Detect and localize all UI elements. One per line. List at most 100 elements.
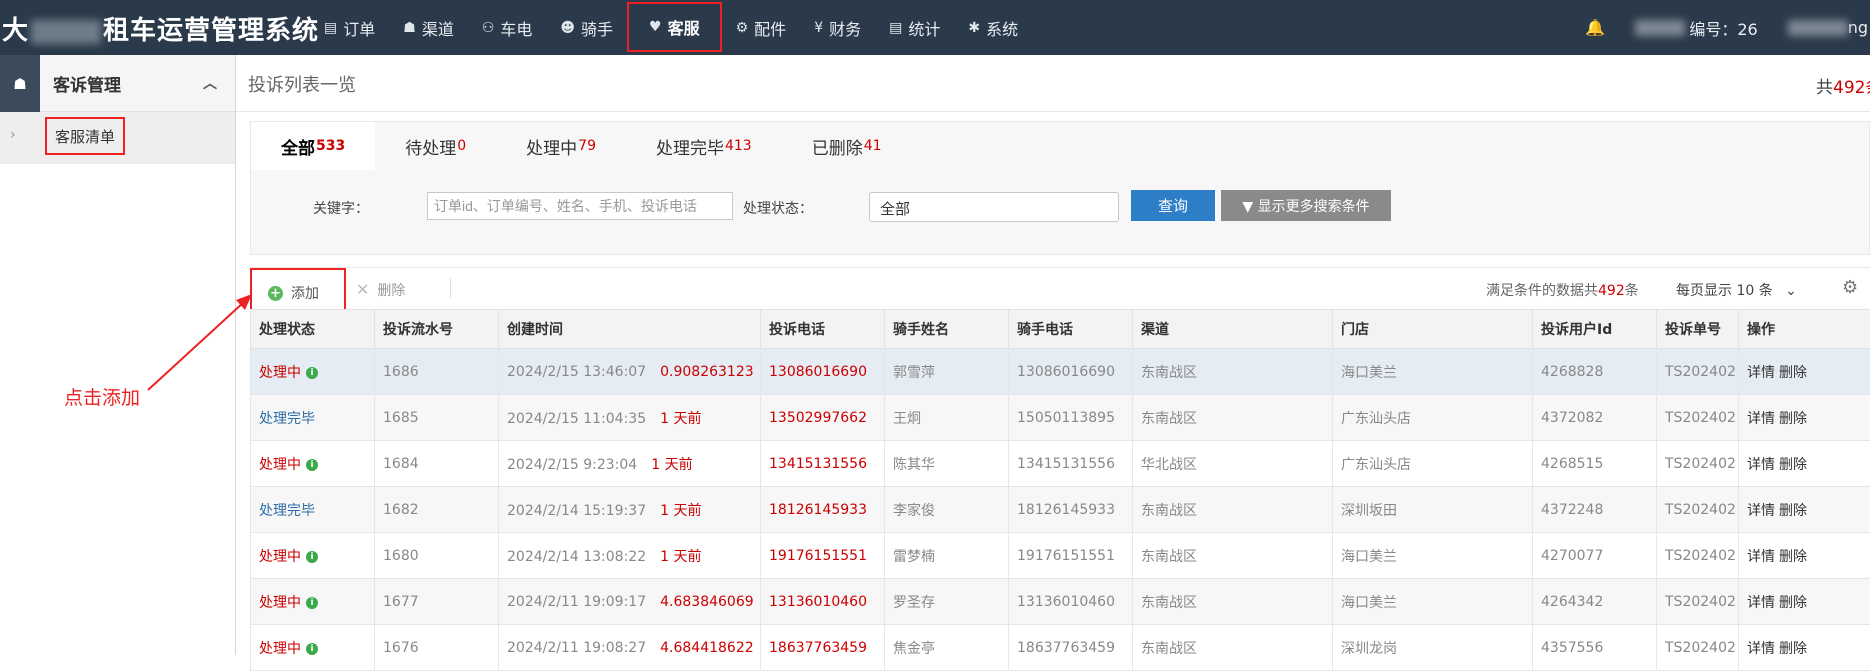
channel-cell: 东南战区 xyxy=(1133,349,1333,395)
nav-item-riders[interactable]: ☻骑手 xyxy=(546,0,627,55)
channel-cell: 东南战区 xyxy=(1133,487,1333,533)
tab-deleted[interactable]: 已删除41 xyxy=(782,122,912,170)
serial-cell: 1682 xyxy=(375,487,499,533)
bell-icon[interactable]: 🔔 xyxy=(1585,18,1605,37)
complaint-phone-cell: 13136010460 xyxy=(761,579,885,625)
rider-phone-cell: 19176151551 xyxy=(1009,533,1133,579)
more-filters-button[interactable]: ▼ 显示更多搜索条件 xyxy=(1221,190,1391,221)
nav-item-parts[interactable]: ⚙配件 xyxy=(722,0,801,55)
tab-pending[interactable]: 待处理0 xyxy=(375,122,496,170)
time-text: 2024/2/11 19:08:27 xyxy=(507,640,646,656)
table-row[interactable]: 处理完毕16822024/2/14 15:19:371 天前1812614593… xyxy=(251,487,1870,533)
detail-link[interactable]: 详情 xyxy=(1747,549,1775,565)
delete-button[interactable]: ✕删除 xyxy=(356,280,405,300)
nav-item-orders[interactable]: ▤订单 xyxy=(310,0,389,55)
account-name[interactable]: ng xyxy=(1848,18,1868,37)
column-header[interactable]: 投诉用户Id xyxy=(1533,310,1657,349)
column-header[interactable]: 创建时间 xyxy=(499,310,761,349)
delete-link[interactable]: 删除 xyxy=(1779,457,1807,473)
column-header[interactable]: 处理状态 xyxy=(251,310,375,349)
complaint-phone-cell: 13415131556 xyxy=(761,441,885,487)
info-icon[interactable]: i xyxy=(306,597,318,609)
serial-cell: 1677 xyxy=(375,579,499,625)
detail-link[interactable]: 详情 xyxy=(1747,457,1775,473)
ticket-cell: TS202402 xyxy=(1657,349,1739,395)
detail-link[interactable]: 详情 xyxy=(1747,365,1775,381)
status-text: 处理完毕 xyxy=(259,503,315,519)
store-cell: 深圳坂田 xyxy=(1333,487,1533,533)
tab-done[interactable]: 处理完毕413 xyxy=(626,122,782,170)
column-header[interactable]: 投诉单号 xyxy=(1657,310,1739,349)
sidebar-section-header[interactable]: 客诉管理 ︿ xyxy=(40,55,235,112)
detail-link[interactable]: 详情 xyxy=(1747,595,1775,611)
sidebar-section-icon: ☗ xyxy=(0,55,40,112)
delete-link[interactable]: 删除 xyxy=(1779,641,1807,657)
delete-link[interactable]: 删除 xyxy=(1779,365,1807,381)
nav-item-customer-service[interactable]: ♥客服 xyxy=(627,2,722,52)
tab-label: 待处理 xyxy=(405,134,456,159)
actions-cell: 详情删除 xyxy=(1739,533,1870,579)
delete-link[interactable]: 删除 xyxy=(1779,411,1807,427)
status-text: 处理中 xyxy=(259,549,301,565)
sidebar: ☗ 客诉管理 ︿ › 客服清单 xyxy=(0,55,236,655)
delete-link[interactable]: 删除 xyxy=(1779,503,1807,519)
nav-item-channels[interactable]: ☗渠道 xyxy=(389,0,468,55)
tab-label: 处理中 xyxy=(526,134,577,159)
detail-link[interactable]: 详情 xyxy=(1747,503,1775,519)
info-icon[interactable]: i xyxy=(306,459,318,471)
info-icon[interactable]: i xyxy=(306,367,318,379)
table-row[interactable]: 处理中i16772024/2/11 19:09:174.683846069131… xyxy=(251,579,1870,625)
info-icon[interactable]: i xyxy=(306,551,318,563)
page-size-select[interactable]: 每页显示 10 条 ⌄ xyxy=(1676,280,1797,300)
complaint-phone-cell: 19176151551 xyxy=(761,533,885,579)
detail-link[interactable]: 详情 xyxy=(1747,641,1775,657)
ticket-cell: TS202402 xyxy=(1657,487,1739,533)
column-header[interactable]: 骑手电话 xyxy=(1009,310,1133,349)
chevron-up-icon: ︿ xyxy=(203,73,217,93)
column-header[interactable]: 骑手姓名 xyxy=(885,310,1009,349)
table-row[interactable]: 处理中i16762024/2/11 19:08:274.684418622186… xyxy=(251,625,1870,671)
complaint-phone-cell: 13086016690 xyxy=(761,349,885,395)
sidebar-section-title: 客诉管理 xyxy=(53,71,121,96)
table-row[interactable]: 处理中i16862024/2/15 13:46:070.908263123130… xyxy=(251,349,1870,395)
elapsed-text: 1 天前 xyxy=(651,457,692,473)
motorcycle-icon: ⚇ xyxy=(482,20,495,36)
nav-item-vehicles[interactable]: ⚇车电 xyxy=(468,0,547,55)
tab-processing[interactable]: 处理中79 xyxy=(496,122,626,170)
nav-label: 配件 xyxy=(754,16,786,40)
nav-item-system[interactable]: ✱系统 xyxy=(954,0,1032,55)
column-header[interactable]: 门店 xyxy=(1333,310,1533,349)
column-header[interactable]: 投诉电话 xyxy=(761,310,885,349)
column-header[interactable]: 渠道 xyxy=(1133,310,1333,349)
gear-icon[interactable]: ⚙ xyxy=(1842,277,1858,298)
close-icon: ✕ xyxy=(356,280,369,299)
table-row[interactable]: 处理完毕16852024/2/15 11:04:351 天前1350299766… xyxy=(251,395,1870,441)
nav-label: 财务 xyxy=(829,16,861,40)
user-id-cell: 4268515 xyxy=(1533,441,1657,487)
ticket-cell: TS202402 xyxy=(1657,395,1739,441)
table-row[interactable]: 处理中i16802024/2/14 13:08:221 天前1917615155… xyxy=(251,533,1870,579)
nav-label: 骑手 xyxy=(581,16,613,40)
app-title[interactable]: 大租车运营管理系统 xyxy=(2,10,319,47)
nav-item-statistics[interactable]: ▤统计 xyxy=(875,0,954,55)
sidebar-item-service-list-label[interactable]: 客服清单 xyxy=(45,117,125,155)
actions-cell: 详情删除 xyxy=(1739,579,1870,625)
delete-link[interactable]: 删除 xyxy=(1779,595,1807,611)
time-text: 2024/2/14 15:19:37 xyxy=(507,503,646,519)
query-button[interactable]: 查询 xyxy=(1131,190,1215,221)
table-row[interactable]: 处理中i16842024/2/15 9:23:041 天前13415131556… xyxy=(251,441,1870,487)
info-icon[interactable]: i xyxy=(306,643,318,655)
tab-count: 413 xyxy=(725,138,752,154)
user-id-cell: 4372248 xyxy=(1533,487,1657,533)
tab-all[interactable]: 全部533 xyxy=(251,122,375,170)
nav-item-finance[interactable]: ¥财务 xyxy=(800,0,875,55)
status-tabs: 全部533 待处理0 处理中79 处理完毕413 已删除41 xyxy=(251,122,912,170)
delete-link[interactable]: 删除 xyxy=(1779,549,1807,565)
actions-cell: 详情删除 xyxy=(1739,349,1870,395)
detail-link[interactable]: 详情 xyxy=(1747,411,1775,427)
rider-name-cell: 雷梦楠 xyxy=(885,533,1009,579)
keyword-input[interactable] xyxy=(427,192,733,220)
time-text: 2024/2/11 19:09:17 xyxy=(507,594,646,610)
status-select[interactable]: 全部 xyxy=(869,192,1119,222)
column-header[interactable]: 投诉流水号 xyxy=(375,310,499,349)
